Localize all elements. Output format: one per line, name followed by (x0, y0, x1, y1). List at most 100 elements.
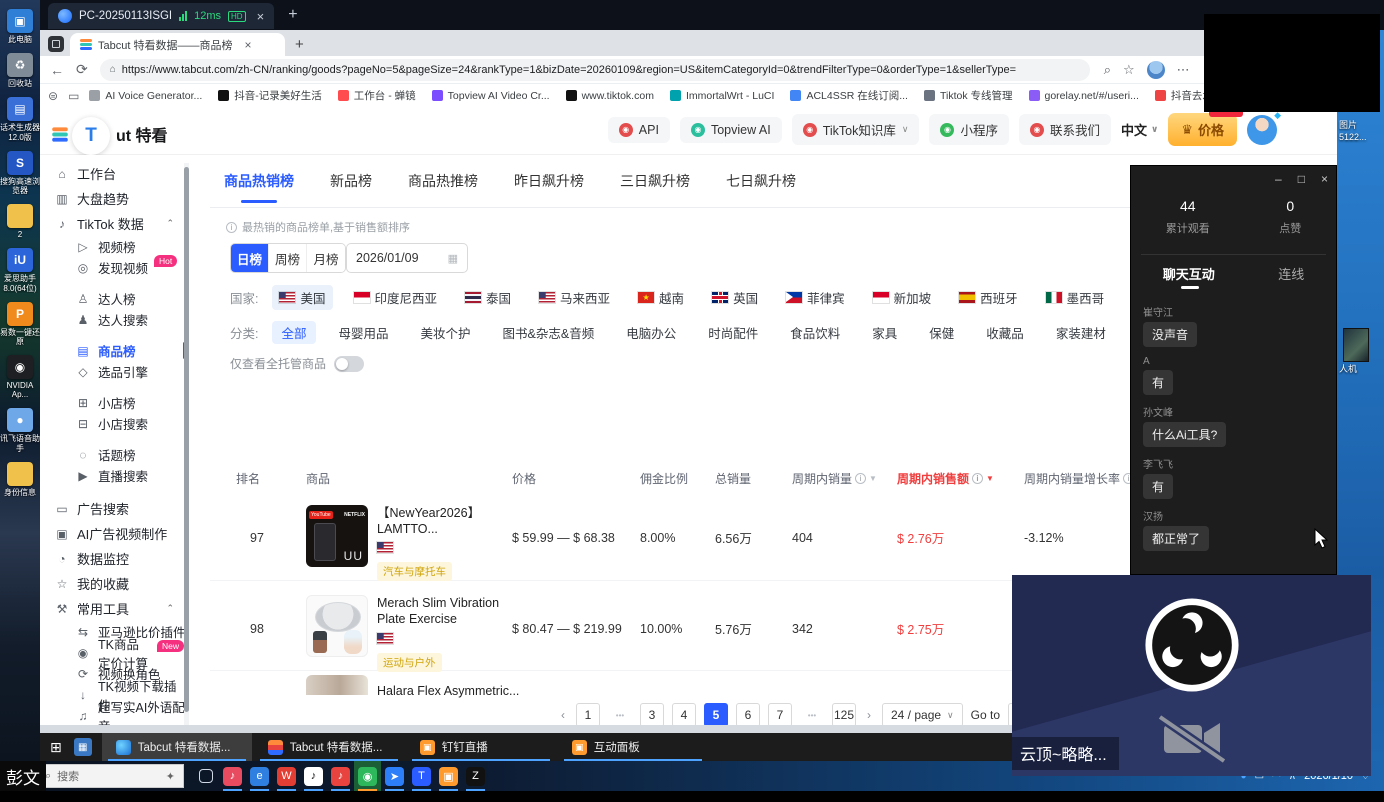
tab-rank-2[interactable]: 商品热推榜 (408, 171, 478, 203)
back-icon[interactable]: ← (50, 62, 64, 78)
sidebar-scrollbar[interactable] (184, 163, 189, 728)
country-chip-th[interactable]: 泰国 (458, 285, 518, 310)
category-item-3[interactable]: 图书&杂志&音频 (494, 321, 604, 344)
taskbar-task-ding[interactable]: ▣钉钉直播 (406, 733, 556, 761)
bookmark-item[interactable]: AI Voice Generator... (89, 90, 202, 102)
sidebar-item-shop-search[interactable]: ⊟小店搜索 (40, 413, 186, 434)
pricing-button[interactable]: ♛价格 (1168, 113, 1237, 146)
bookmark-item[interactable]: Topview AI Video Cr... (432, 90, 550, 102)
sidebar-item-market-trend[interactable]: ▥大盘趋势 (40, 186, 186, 211)
desktop-icon[interactable]: S搜狗高速浏览器 (0, 151, 40, 195)
bookmark-item[interactable]: ACL4SSR 在线订阅... (790, 88, 908, 103)
bookmark-item[interactable]: ImmortalWrt - LuCI (670, 90, 774, 102)
page-button-4[interactable]: 4 (672, 703, 696, 727)
nav-button--[interactable]: ◉小程序 (929, 114, 1009, 145)
nav-button-topview-ai[interactable]: ◉Topview AI (680, 117, 782, 143)
taskbar-task-panel[interactable]: ▣互动面板 (558, 733, 708, 761)
tab-rank-3[interactable]: 昨日飙升榜 (514, 171, 584, 203)
page-button-1[interactable]: 1 (576, 703, 600, 727)
refresh-icon[interactable]: ⟳ (76, 61, 88, 78)
sidebar-item-discover-video[interactable]: ◎发现视频Hot (40, 257, 186, 278)
bookmark-item[interactable]: Tiktok 专线管理 (924, 88, 1013, 103)
period-tab-0[interactable]: 日榜 (231, 244, 269, 272)
category-item-4[interactable]: 电脑办公 (617, 321, 685, 344)
minimize-icon[interactable]: – (1275, 172, 1282, 186)
sidebar-item-goods-rank[interactable]: ▤商品榜 (40, 340, 186, 361)
sidebar-item-common-tools[interactable]: ⚒常用工具⌃ (40, 596, 186, 621)
desktop-icon-label[interactable]: 图片5122... (1337, 120, 1384, 143)
page-button-125[interactable]: 125 (832, 703, 856, 727)
taskbar-app-media-app[interactable]: ♪ (219, 761, 246, 791)
taskbar-search[interactable]: ⌕ 搜索 ✦ (36, 764, 184, 788)
category-item-10[interactable]: 家装建材 (1047, 321, 1115, 344)
bookmark-item[interactable]: www.tiktok.com (566, 90, 654, 102)
bookmarks-folder-icon[interactable]: ▭ (68, 89, 79, 103)
bookmark-star-icon[interactable]: ☆ (1123, 62, 1135, 78)
desktop-icon[interactable]: ♻回收站 (0, 53, 40, 88)
zoom-icon[interactable]: ⌕ (1104, 62, 1111, 78)
period-tab-1[interactable]: 周榜 (269, 244, 307, 272)
sidebar-item-creator-search[interactable]: ♟达人搜索 (40, 309, 186, 330)
desktop-icon[interactable]: P易数一键还原 (0, 302, 40, 346)
page-button-7[interactable]: 7 (768, 703, 792, 727)
country-chip-mx[interactable]: 墨西哥 (1039, 285, 1112, 310)
sort-caret-icon[interactable]: ▼ (869, 474, 877, 483)
bookmark-item[interactable]: 抖音-记录美好生活 (218, 88, 322, 103)
country-chip-sg[interactable]: 新加坡 (866, 285, 939, 310)
taskbar-app-wechat[interactable]: ◉ (354, 761, 381, 791)
bookmark-item[interactable]: 工作台 - 蝉镜 (338, 88, 416, 103)
taskbar-app-quark[interactable]: ➤ (381, 761, 408, 791)
bookmark-item[interactable]: gorelay.net/#/useri... (1029, 90, 1139, 102)
page-button-3[interactable]: 3 (640, 703, 664, 727)
country-chip-my[interactable]: 马来西亚 (532, 285, 617, 310)
product-image[interactable] (306, 595, 368, 657)
tab-rank-4[interactable]: 三日飙升榜 (620, 171, 690, 203)
nav-button--[interactable]: ◉联系我们 (1019, 114, 1111, 145)
scrollbar-thumb[interactable] (184, 167, 189, 712)
sidebar-item-tk-pricing[interactable]: ◉TK商品定价计算New (40, 642, 186, 663)
country-chip-vn[interactable]: ★越南 (631, 285, 691, 310)
desktop-icon[interactable]: ▤话术生成器 12.0版 (0, 97, 40, 141)
info-icon[interactable]: i (855, 473, 866, 484)
sidebar-item-ad-search[interactable]: ▭广告搜索 (40, 496, 186, 521)
tab-hot-sale[interactable]: 商品热销榜 (224, 171, 294, 203)
sidebar-item-ai-ad-video[interactable]: ▣AI广告视频制作 (40, 521, 186, 546)
remote-session-tab[interactable]: PC-20250113ISGI 12ms HD × (48, 3, 274, 29)
taskbar-app-douyin-red[interactable]: ♪ (327, 761, 354, 791)
chat-tab-1[interactable]: 连线 (1278, 264, 1304, 283)
country-chip-id[interactable]: 印度尼西亚 (347, 285, 445, 310)
sidebar-item-ai-dubbing[interactable]: ♫超写实AI外语配音 (40, 705, 186, 726)
desktop-icon[interactable]: 身份信息 (0, 462, 40, 497)
sidebar-item-product-engine[interactable]: ◇选品引擎 (40, 361, 186, 382)
prev-page-icon[interactable]: ‹ (558, 708, 568, 722)
taskbar-app-wps[interactable]: W (273, 761, 300, 791)
desktop-icon[interactable]: ●讯飞语音助手 (0, 408, 40, 452)
period-tab-2[interactable]: 月榜 (307, 244, 345, 272)
desktop-icon-thumbnail[interactable] (1343, 328, 1369, 362)
browser-profile-avatar[interactable] (1147, 61, 1165, 79)
workspace-icon[interactable] (48, 36, 64, 52)
tab-rank-5[interactable]: 七日飙升榜 (726, 171, 796, 203)
address-bar[interactable]: ⌂ https://www.tabcut.com/zh-CN/ranking/g… (100, 59, 1090, 81)
taskbar-app-dingtalk-live[interactable]: ▣ (435, 761, 462, 791)
desktop-icon[interactable]: ◉NVIDIA Ap... (0, 355, 40, 399)
product-image[interactable]: YouTubeNETFLIXUU (306, 505, 368, 567)
info-icon[interactable]: i (972, 473, 983, 484)
pinned-app-icon[interactable]: ▦ (74, 738, 92, 756)
start-button[interactable]: ⊞ (50, 739, 62, 756)
country-chip-ph[interactable]: 菲律宾 (779, 285, 852, 310)
country-chip-gb[interactable]: 英国 (705, 285, 765, 310)
taskbar-task-edge[interactable]: Tabcut 特看数据... (102, 733, 252, 761)
task-view-icon[interactable] (192, 761, 219, 791)
page-button-6[interactable]: 6 (736, 703, 760, 727)
taskbar-app-edge-browser[interactable]: e (246, 761, 273, 791)
country-chip-us[interactable]: 美国 (272, 285, 332, 310)
next-page-icon[interactable]: › (864, 708, 874, 722)
language-switch[interactable]: 中文∨ (1121, 120, 1158, 139)
taskbar-app-tabcut[interactable]: T (408, 761, 435, 791)
category-item-5[interactable]: 时尚配件 (699, 321, 767, 344)
desktop-icon[interactable]: ▣此电脑 (0, 9, 40, 44)
sidebar-item-my-favorites[interactable]: ☆我的收藏 (40, 571, 186, 596)
nav-button-api[interactable]: ◉API (608, 117, 670, 143)
sidebar-item-live-search[interactable]: ▶直播搜索 (40, 465, 186, 486)
